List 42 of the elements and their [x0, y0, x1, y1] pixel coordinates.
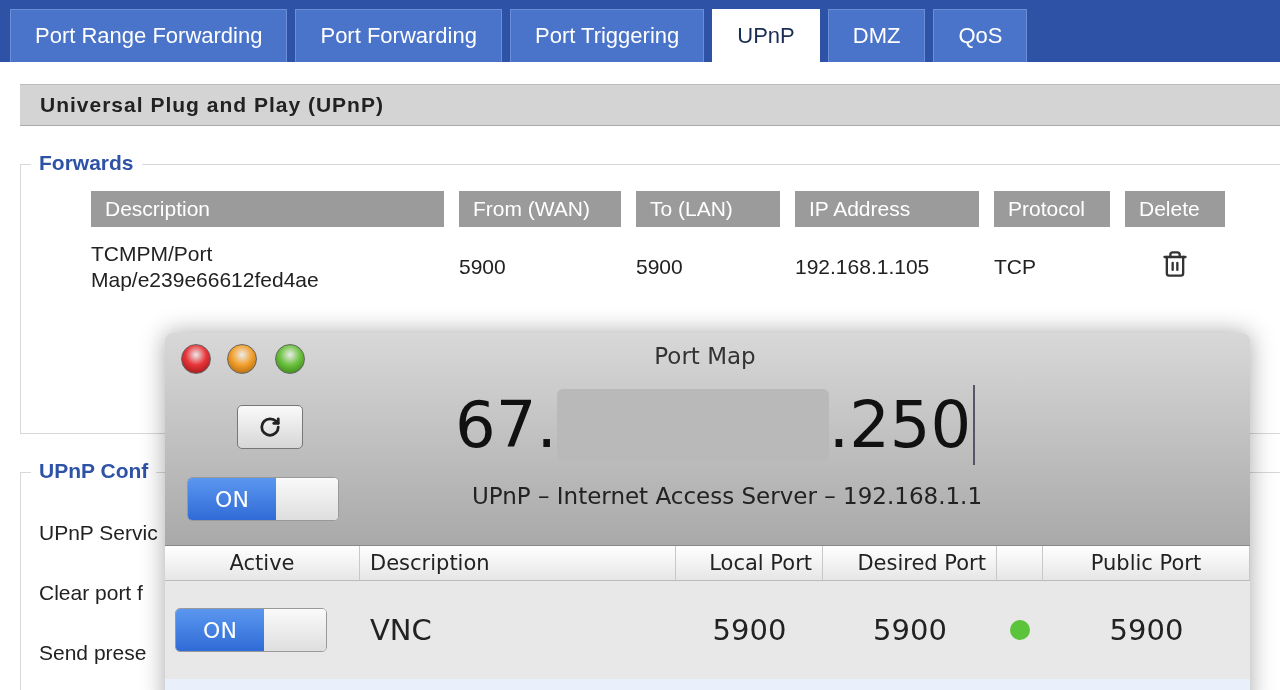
- refresh-button[interactable]: [237, 405, 303, 449]
- minimize-button[interactable]: [227, 344, 257, 374]
- column-header: Protocol: [994, 191, 1110, 227]
- table-cell-text: 192.168.1.105: [795, 254, 931, 280]
- window-title: Port Map: [654, 343, 756, 369]
- table-cell: 5900: [873, 613, 947, 647]
- refresh-icon: [259, 416, 281, 438]
- column-header: IP Address: [795, 191, 979, 227]
- close-button[interactable]: [181, 344, 211, 374]
- zoom-button[interactable]: [275, 344, 305, 374]
- ip-address-text: .250: [828, 388, 972, 462]
- column-header: From (WAN): [459, 191, 621, 227]
- tab[interactable]: QoS: [933, 9, 1028, 62]
- tab[interactable]: Port Range Forwarding: [10, 9, 288, 62]
- table-cell-text: TCMPM/Port Map/e239e66612fed4ae: [91, 241, 320, 294]
- column-header: Local Port: [676, 546, 823, 581]
- setting-label: UPnP Servic: [39, 521, 159, 546]
- section-title: Universal Plug and Play (UPnP): [20, 84, 1280, 126]
- table-cell: VNC: [370, 613, 432, 647]
- column-header: Delete: [1125, 191, 1225, 227]
- setting-label: Clear port f: [39, 581, 144, 606]
- tab[interactable]: Port Triggering: [509, 9, 705, 62]
- ip-address-text: 67.: [455, 388, 557, 462]
- column-header: Active: [165, 546, 360, 581]
- table-cell: 5900: [1109, 613, 1184, 647]
- column-header: [997, 546, 1043, 581]
- toggle-switch[interactable]: ON: [187, 477, 339, 521]
- table-cell-text: 5900: [636, 254, 684, 280]
- column-header: Description: [91, 191, 444, 227]
- tab[interactable]: UPnP: [712, 9, 820, 62]
- server-label: UPnP – Internet Access Server – 192.168.1.1: [471, 483, 983, 509]
- tab[interactable]: Port Forwarding: [295, 9, 502, 62]
- column-header: Public Port: [1043, 546, 1250, 581]
- column-header: Desired Port: [823, 546, 997, 581]
- toggle-switch[interactable]: ON: [175, 608, 327, 652]
- table-cell: 5900: [712, 613, 787, 647]
- table-cell-text: TCP: [994, 254, 1037, 280]
- setting-label: Send prese: [39, 641, 148, 666]
- table-cell-text: 5900: [459, 254, 507, 280]
- column-header: To (LAN): [636, 191, 780, 227]
- column-header: Description: [360, 546, 676, 581]
- tab[interactable]: DMZ: [827, 9, 926, 62]
